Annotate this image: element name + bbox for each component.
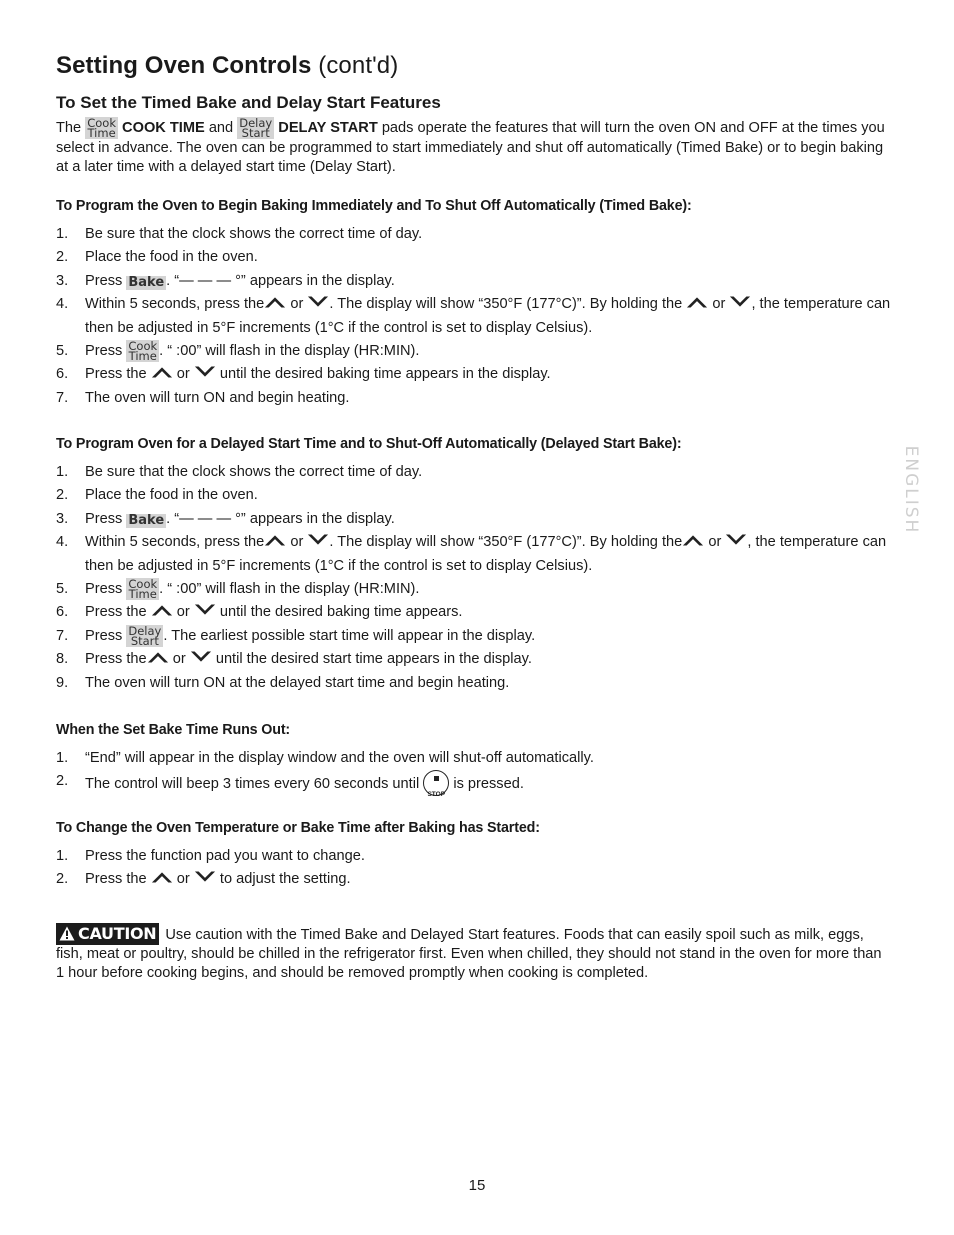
list-item: 9. The oven will turn ON at the delayed s… (56, 674, 510, 691)
page-number: 15 (468, 1177, 486, 1194)
cook-time-label: COOK TIME (122, 120, 205, 136)
down-arrow-icon (194, 870, 216, 884)
delay-start-pad-icon: Delay Start (237, 116, 275, 140)
page-title-main: Setting Oven Controls (56, 52, 312, 79)
list-item: 3. Press Bake. “— — — °” appears in the d… (56, 510, 395, 528)
down-arrow-icon (729, 295, 751, 309)
list-item: 2. Place the food in the oven. (56, 487, 258, 504)
up-arrow-icon (151, 870, 173, 884)
cook-time-pad-icon: Cook Time (85, 116, 118, 140)
bake-pad-icon: Bake (126, 512, 167, 528)
down-arrow-icon (307, 295, 329, 309)
list-item: 1. Be sure that the clock shows the corre… (56, 226, 423, 242)
change-steps: 1. Press the function pad you want to cha… (56, 845, 896, 892)
page-title: Setting Oven Controls (cont'd) (56, 52, 398, 80)
list-item: 5. Press Cook Time. “ :00” will flash in t… (56, 577, 420, 602)
list-item: 8. Press the or until the desired start t… (56, 650, 532, 668)
timed-bake-steps: 1. Be sure that the clock shows the corre… (56, 223, 896, 410)
up-arrow-icon (264, 295, 286, 309)
list-item: 2. Place the food in the oven. (56, 249, 258, 266)
runs-out-heading: When the Set Bake Time Runs Out: (56, 722, 291, 738)
up-arrow-icon (151, 603, 173, 617)
page-title-sub: (cont'd) (318, 52, 399, 79)
list-item: 5. Press Cook Time. “ :00” will flash in t… (56, 339, 420, 364)
list-item: 6. Press the or until the desired baking … (56, 603, 463, 621)
down-arrow-icon (194, 365, 216, 379)
intro-text: and (208, 120, 234, 136)
cook-time-pad-icon: Cook Time (126, 339, 160, 364)
list-item: 4. Within 5 seconds, press the or . The d… (56, 533, 887, 574)
list-item: 2. Press the or to adjust the setting. (56, 870, 351, 888)
up-arrow-icon (151, 365, 173, 379)
change-heading: To Change the Oven Temperature or Bake T… (56, 820, 540, 836)
up-arrow-icon (264, 533, 286, 547)
cook-time-pad-icon: Cook Time (126, 577, 160, 602)
runs-out-steps: 1. “End” will appear in the display windo… (56, 747, 896, 798)
up-arrow-icon (686, 295, 708, 309)
intro-text: The (56, 120, 82, 136)
warning-triangle-icon (59, 926, 75, 945)
language-side-tab: ENGLISH (901, 445, 921, 535)
list-item: 3. Press Bake. “— — — °” appears in the d… (56, 272, 395, 290)
delay-start-pad-icon: Delay Start (126, 623, 164, 648)
delayed-bake-heading: To Program Oven for a Delayed Start Time… (56, 436, 682, 452)
bake-pad-icon: Bake (126, 274, 167, 290)
up-arrow-icon (147, 650, 169, 664)
list-item: 2. The control will beep 3 times every 60… (56, 770, 896, 798)
down-arrow-icon (190, 650, 212, 664)
list-item: 7. The oven will turn ON and begin heatin… (56, 389, 350, 406)
down-arrow-icon (725, 533, 747, 547)
caution-text: Use caution with the Timed Bake and Dela… (56, 927, 882, 981)
caution-paragraph: CAUTION Use caution with the Timed Bake a… (56, 923, 886, 983)
timed-bake-heading: To Program the Oven to Begin Baking Imme… (56, 198, 692, 214)
caution-badge: CAUTION (56, 923, 160, 945)
delay-start-label: DELAY START (278, 120, 378, 136)
list-item: 1. Press the function pad you want to cha… (56, 848, 365, 864)
list-item: 6. Press the or until the desired baking … (56, 365, 551, 383)
list-item: 1. Be sure that the clock shows the corre… (56, 464, 423, 480)
list-item: 7. Press Delay Start. The earliest possibl… (56, 623, 536, 648)
delayed-bake-steps: 1. Be sure that the clock shows the corre… (56, 461, 896, 695)
stop-pad-icon: STOP (423, 770, 450, 798)
intro-paragraph: The Cook Time COOK TIME and Delay Start DE… (56, 117, 886, 177)
down-arrow-icon (307, 533, 329, 547)
up-arrow-icon (682, 533, 704, 547)
section-heading: To Set the Timed Bake and Delay Start Fe… (56, 93, 441, 112)
list-item: 1. “End” will appear in the display windo… (56, 750, 594, 766)
down-arrow-icon (194, 603, 216, 617)
list-item: 4. Within 5 seconds, press the or . The d… (56, 295, 891, 336)
